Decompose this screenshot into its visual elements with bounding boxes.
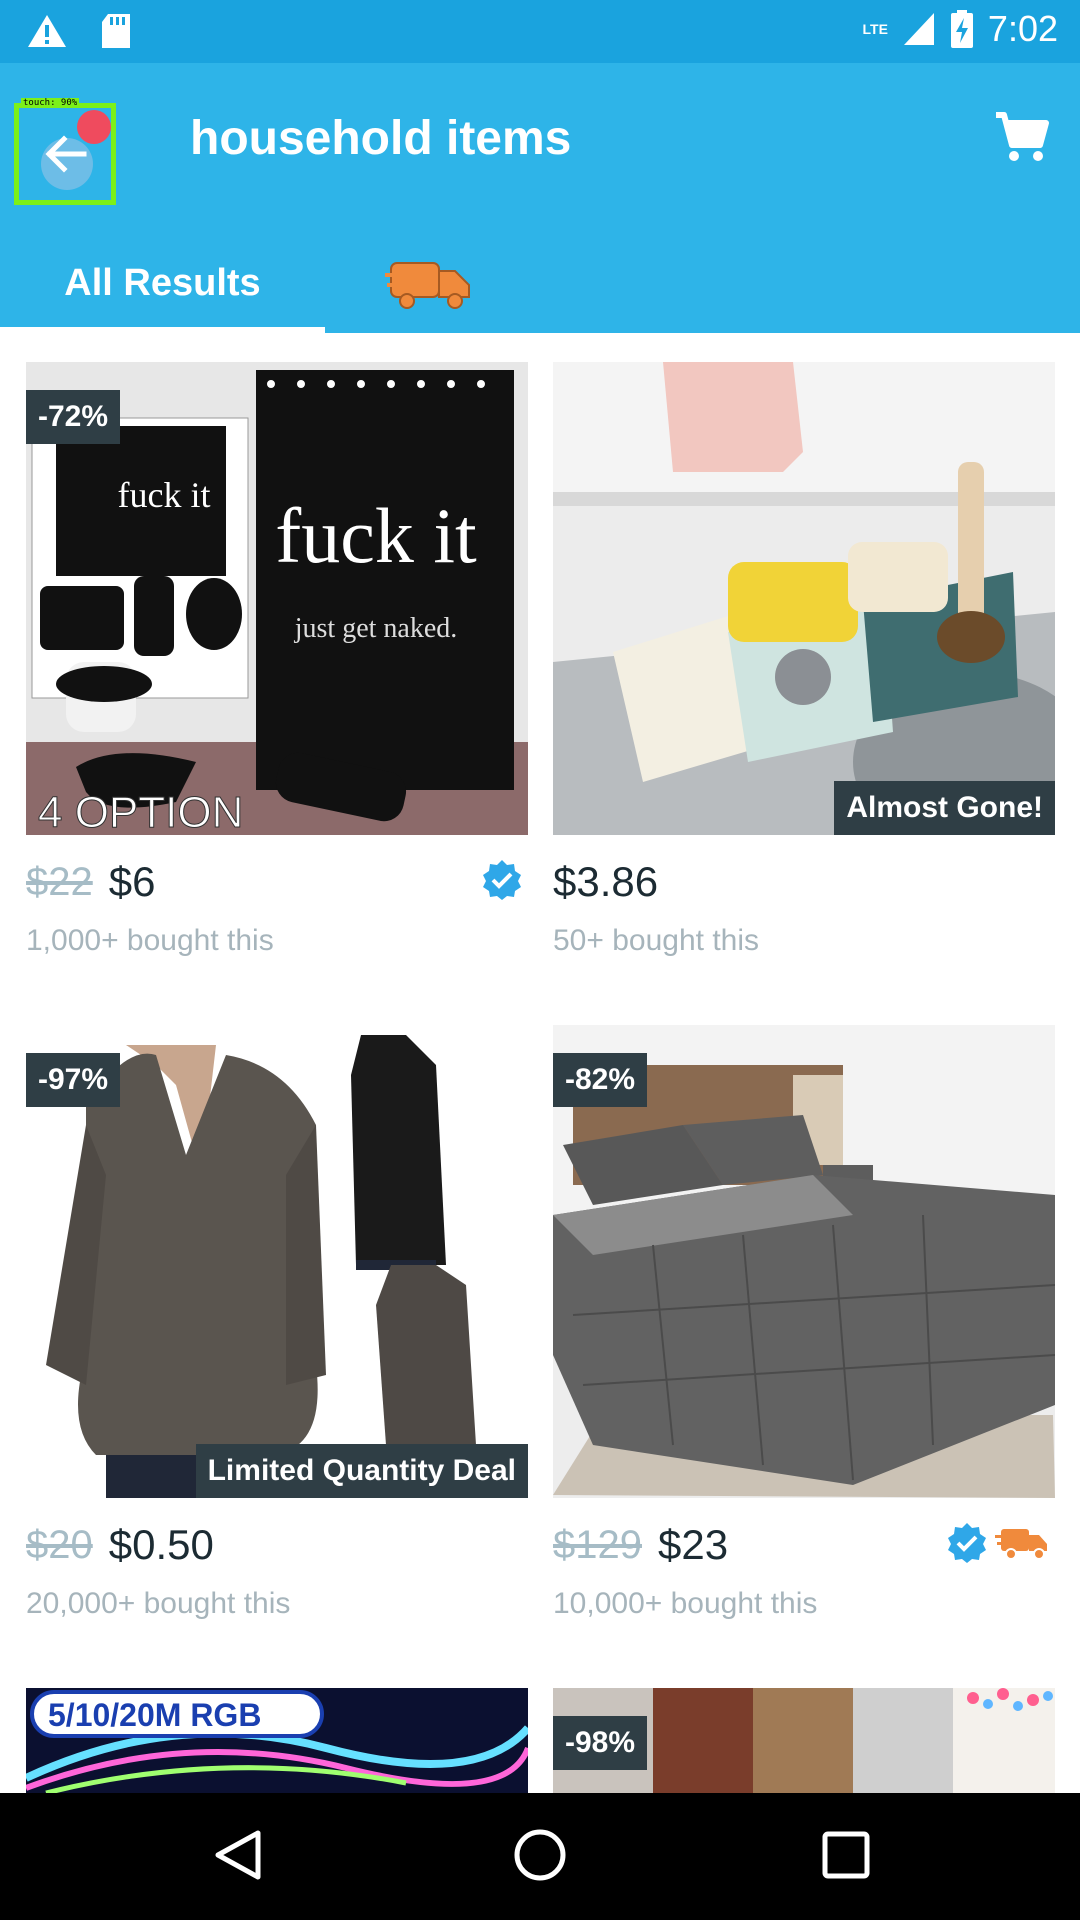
image-caption: 4 OPTION — [38, 788, 243, 835]
bought-count: 1,000+ bought this — [26, 924, 274, 957]
image-text-small: fuck it — [118, 475, 211, 515]
image-text-large: fuck it — [275, 492, 477, 579]
product-image[interactable]: -97% Limited Quantity Deal — [26, 1025, 528, 1498]
original-price: $20 — [26, 1522, 93, 1567]
status-left-icons — [26, 12, 132, 50]
product-image[interactable]: fuck it fuck it just get naked. 4 OPTION… — [26, 362, 528, 835]
arrow-left-icon — [45, 135, 87, 173]
page-title: household items — [190, 112, 572, 165]
sd-card-icon — [102, 14, 130, 48]
product-badges — [480, 858, 524, 902]
cart-button[interactable] — [994, 109, 1050, 170]
original-price: $129 — [553, 1522, 642, 1567]
bought-count: 10,000+ bought this — [553, 1587, 818, 1620]
product-image[interactable]: Almost Gone! — [553, 362, 1055, 835]
original-price: $22 — [26, 859, 93, 904]
tab-all-results-label: All Results — [64, 261, 261, 304]
price-row: $3.86 — [553, 852, 1055, 912]
tab-fast-shipping[interactable] — [385, 253, 475, 318]
current-price: $23 — [657, 1521, 729, 1568]
product-card[interactable]: -98% — [553, 1688, 1055, 1793]
product-card[interactable]: -97% Limited Quantity Deal $20 $0.50 20,… — [26, 1025, 528, 1620]
current-price: $6 — [108, 858, 156, 905]
product-image[interactable]: -82% — [553, 1025, 1055, 1498]
image-banner: 5/10/20M RGB — [48, 1697, 261, 1733]
verified-icon — [948, 1523, 986, 1563]
product-grid: fuck it fuck it just get naked. 4 OPTION… — [0, 333, 1080, 1793]
discount-badge: -97% — [26, 1053, 121, 1107]
discount-badge: -82% — [553, 1053, 648, 1107]
current-price: $0.50 — [108, 1521, 214, 1568]
product-image[interactable]: 5/10/20M RGB — [26, 1688, 528, 1793]
product-card[interactable]: -82% $129 $23 10,000+ bought this — [553, 1025, 1055, 1620]
price-row: $20 $0.50 — [26, 1515, 528, 1575]
back-triangle-icon[interactable] — [210, 1827, 266, 1883]
back-button[interactable]: touch: 90% — [14, 98, 116, 205]
cart-icon — [996, 112, 1049, 161]
deal-badge: Limited Quantity Deal — [195, 1444, 528, 1498]
sink-caddy-product-image — [553, 362, 1055, 835]
verified-icon — [483, 860, 521, 900]
warning-icon — [28, 15, 66, 47]
home-circle-icon[interactable] — [512, 1827, 568, 1883]
touch-debug-label: touch: 90% — [21, 98, 80, 108]
tab-bar: All Results — [0, 233, 1080, 333]
product-image[interactable]: -98% — [553, 1688, 1055, 1793]
status-right-icons: LTE 7:02 — [863, 8, 1058, 50]
product-card[interactable]: Almost Gone! $3.86 50+ bought this — [553, 362, 1055, 957]
price-row: $129 $23 — [553, 1515, 1055, 1575]
system-nav-bar — [0, 1793, 1080, 1920]
fast-delivery-truck-icon — [385, 262, 470, 309]
signal-icon — [903, 13, 934, 45]
status-bar: LTE 7:02 — [0, 0, 1080, 63]
current-price: $3.86 — [553, 858, 659, 905]
delivery-truck-icon — [995, 1529, 1047, 1560]
recents-square-icon[interactable] — [818, 1827, 874, 1883]
stock-badge: Almost Gone! — [834, 781, 1055, 835]
discount-badge: -72% — [26, 390, 121, 444]
clock: 7:02 — [987, 8, 1058, 49]
price-row: $22 $6 — [26, 852, 528, 912]
discount-badge: -98% — [553, 1716, 648, 1770]
product-card[interactable]: 5/10/20M RGB — [26, 1688, 528, 1793]
tab-all-results[interactable]: All Results — [0, 233, 325, 333]
network-type: LTE — [862, 21, 888, 37]
product-badges — [945, 1521, 1051, 1565]
bought-count: 20,000+ bought this — [26, 1587, 291, 1620]
image-subtext: just get naked. — [294, 613, 458, 644]
app-bar: touch: 90% household items All Results — [0, 63, 1080, 333]
led-strip-product-image: 5/10/20M RGB — [26, 1688, 528, 1793]
product-card[interactable]: fuck it fuck it just get naked. 4 OPTION… — [26, 362, 528, 957]
battery-charging-icon — [950, 10, 973, 48]
bought-count: 50+ bought this — [553, 924, 760, 957]
